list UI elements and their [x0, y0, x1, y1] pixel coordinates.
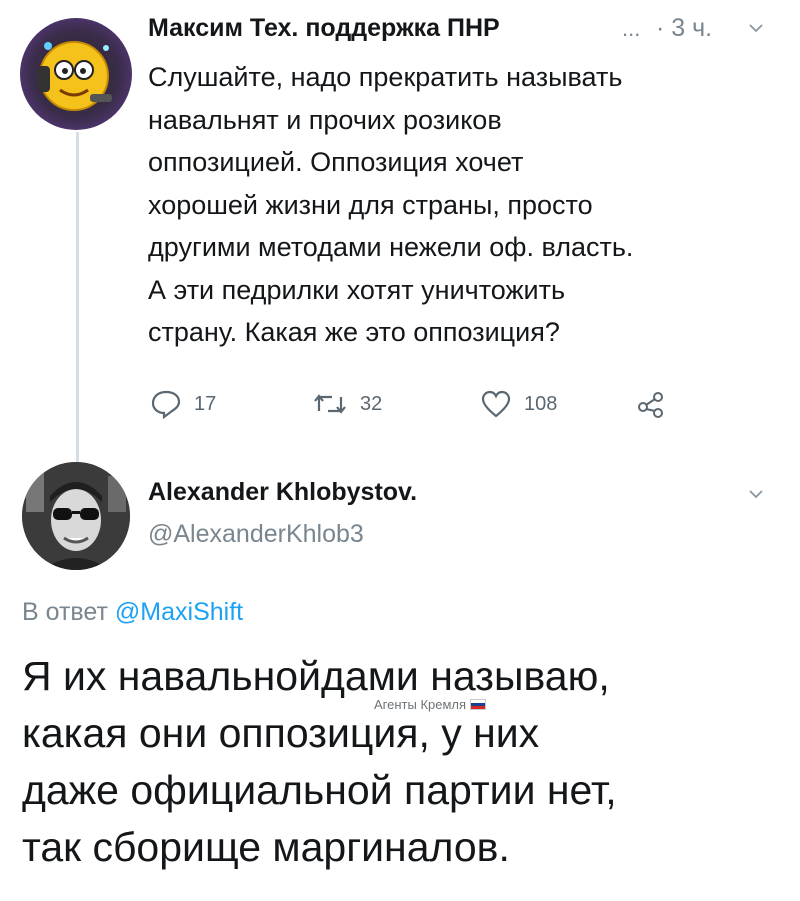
tweet-text-line: другими методами нежели оф. власть. — [148, 232, 634, 262]
tweet-author-name[interactable]: Максим Тех. поддержка ПНР — [148, 14, 500, 43]
tweet-text: Я их навальнойдами называю, какая они оп… — [22, 648, 792, 876]
author-avatar[interactable] — [22, 462, 130, 570]
reply-count: 17 — [194, 392, 217, 415]
tweet-text-line: какая они оппозиция, у них — [22, 710, 540, 756]
chevron-down-icon[interactable] — [748, 488, 764, 500]
tweet-author-handle[interactable]: @AlexanderKhlob3 — [148, 520, 364, 549]
tweet-timestamp[interactable]: · 3 ч. — [656, 14, 712, 43]
emoji-smiley-avatar-icon — [38, 41, 112, 111]
reply-button[interactable]: 17 — [150, 387, 216, 421]
author-avatar[interactable] — [20, 18, 132, 130]
tweet-text: Слушайте, надо прекратить называть навал… — [148, 56, 788, 354]
tweet-text-line: страну. Какая же это оппозиция? — [148, 317, 560, 347]
retweet-count: 32 — [360, 392, 383, 415]
tweet-text-line: хорошей жизни для страны, просто — [148, 189, 593, 220]
retweet-button[interactable]: 32 — [312, 387, 382, 421]
thread-connector-line — [76, 132, 79, 466]
reply-context: В ответ @MaxiShift — [22, 598, 243, 627]
retweet-icon — [314, 394, 346, 414]
like-button[interactable]: 108 — [480, 387, 557, 421]
reply-icon — [151, 390, 181, 419]
tweet-text-line: оппозицией. Оппозиция хочет — [148, 147, 524, 177]
watermark-text: Агенты Кремля — [374, 697, 467, 712]
name-truncation: ... — [622, 16, 641, 41]
share-button[interactable] — [636, 387, 666, 421]
tweet-author-name[interactable]: Alexander Khlobystov. — [148, 478, 417, 507]
tweet-text-line: Слушайте, надо прекратить называть — [148, 62, 623, 92]
russian-flag-icon — [470, 699, 487, 710]
tweet-text-line: так сборище маргиналов. — [22, 824, 510, 870]
reply-to-link[interactable]: @MaxiShift — [115, 598, 243, 626]
heart-icon — [481, 390, 511, 418]
tweet-text-line: навальнят и прочих розиков — [148, 104, 502, 135]
tweet-text-line: даже официальной партии нет, — [22, 767, 617, 813]
man-with-sunglasses-avatar-icon — [22, 462, 130, 570]
reply-prefix: В ответ — [22, 598, 108, 626]
tweet-text-line: А эти педрилки хотят уничтожить — [148, 274, 566, 305]
chevron-down-icon[interactable] — [748, 22, 764, 34]
like-count: 108 — [524, 392, 558, 415]
share-icon — [638, 392, 663, 418]
watermark: Агенты Кремля — [374, 697, 487, 712]
